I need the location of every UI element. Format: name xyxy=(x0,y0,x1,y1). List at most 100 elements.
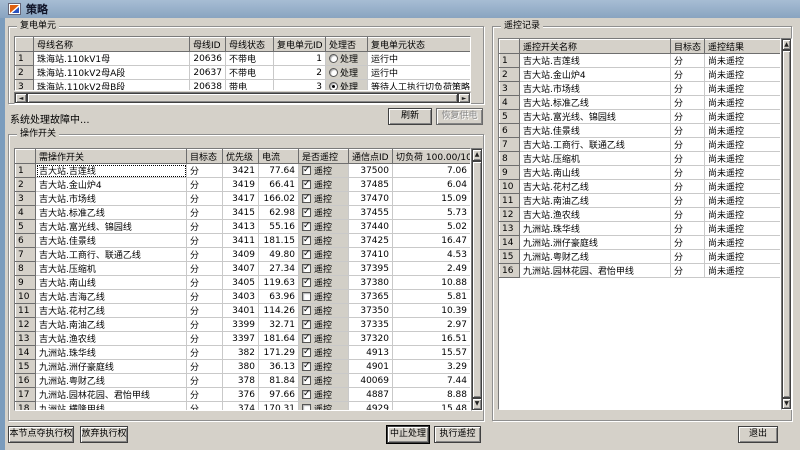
remote-control-cell[interactable]: 遥控 xyxy=(299,290,349,304)
row-index[interactable]: 12 xyxy=(500,208,520,222)
remote-checkbox[interactable] xyxy=(302,222,311,231)
operate-switch-row[interactable]: 13吉大站.渔农线分3397181.64遥控3732016.51 xyxy=(16,332,471,346)
row-index[interactable]: 3 xyxy=(16,192,36,206)
row-index[interactable]: 12 xyxy=(16,318,36,332)
row-index[interactable]: 1 xyxy=(16,52,34,66)
operate-switch-row[interactable]: 4吉大站.标准乙线分341562.98遥控374555.73 xyxy=(16,206,471,220)
seize-execution-right-button[interactable]: 本节点夺执行权 xyxy=(8,426,74,443)
row-index[interactable]: 18 xyxy=(16,402,36,412)
remote-control-cell[interactable]: 遥控 xyxy=(299,374,349,388)
row-index[interactable]: 2 xyxy=(16,178,36,192)
remote-record-row[interactable]: 10吉大站.花村乙线分尚未遥控 xyxy=(500,180,782,194)
remote-record-row[interactable]: 12吉大站.渔农线分尚未遥控 xyxy=(500,208,782,222)
row-index[interactable]: 10 xyxy=(16,290,36,304)
row-index[interactable]: 9 xyxy=(16,276,36,290)
remote-control-cell[interactable]: 遥控 xyxy=(299,346,349,360)
remote-record-row[interactable]: 8吉大站.压缩机分尚未遥控 xyxy=(500,152,782,166)
process-radio[interactable] xyxy=(329,68,338,77)
operate-switch-row[interactable]: 16九洲站.粤财乙线分37881.84遥控400697.44 xyxy=(16,374,471,388)
row-index[interactable]: 15 xyxy=(16,360,36,374)
remote-checkbox[interactable] xyxy=(302,250,311,259)
vscroll-thumb[interactable] xyxy=(472,161,482,398)
operate-switch-row[interactable]: 18九洲站.横隆甲线分374170.31遥控492915.48 xyxy=(16,402,471,412)
remote-control-cell[interactable]: 遥控 xyxy=(299,276,349,290)
operate-switch-row[interactable]: 2吉大站.金山炉4分341966.41遥控374856.04 xyxy=(16,178,471,192)
row-index[interactable]: 5 xyxy=(500,110,520,124)
remote-control-cell[interactable]: 遥控 xyxy=(299,178,349,192)
process-radio[interactable] xyxy=(329,82,338,91)
scroll-left-icon[interactable]: ◄ xyxy=(15,93,27,103)
operate-switch-row[interactable]: 5吉大站.富光线、锦园线分341355.16遥控374405.02 xyxy=(16,220,471,234)
row-index[interactable]: 11 xyxy=(500,194,520,208)
remote-record-row[interactable]: 7吉大站.工商行、联通乙线分尚未遥控 xyxy=(500,138,782,152)
operate-switch-row[interactable]: 8吉大站.压缩机分340727.34遥控373952.49 xyxy=(16,262,471,276)
remote-checkbox[interactable] xyxy=(302,320,311,329)
process-radio[interactable] xyxy=(329,54,338,63)
remote-checkbox[interactable] xyxy=(302,306,311,315)
remote-control-cell[interactable]: 遥控 xyxy=(299,318,349,332)
remote-control-cell[interactable]: 遥控 xyxy=(299,388,349,402)
remote-record-row[interactable]: 9吉大站.南山线分尚未遥控 xyxy=(500,166,782,180)
remote-record-row[interactable]: 16九洲站.园林花园、君怡甲线分尚未遥控 xyxy=(500,264,782,278)
row-index[interactable]: 6 xyxy=(500,124,520,138)
operate-switch-row[interactable]: 6吉大站.佳景线分3411181.15遥控3742516.47 xyxy=(16,234,471,248)
title-bar[interactable]: 策略 xyxy=(0,0,800,18)
remote-control-cell[interactable]: 遥控 xyxy=(299,402,349,412)
row-index[interactable]: 8 xyxy=(500,152,520,166)
row-index[interactable]: 16 xyxy=(500,264,520,278)
remote-checkbox[interactable] xyxy=(302,194,311,203)
remote-checkbox[interactable] xyxy=(302,166,311,175)
exit-button[interactable]: 退出 xyxy=(738,426,778,443)
scroll-up-icon[interactable]: ▲ xyxy=(782,39,791,50)
row-index[interactable]: 11 xyxy=(16,304,36,318)
row-index[interactable]: 2 xyxy=(500,68,520,82)
abandon-execution-right-button[interactable]: 放弃执行权 xyxy=(80,426,128,443)
operate-switch-row[interactable]: 12吉大站.南油乙线分339932.71遥控373352.97 xyxy=(16,318,471,332)
row-index[interactable]: 14 xyxy=(16,346,36,360)
remote-checkbox[interactable] xyxy=(302,236,311,245)
remote-record-row[interactable]: 6吉大站.佳景线分尚未遥控 xyxy=(500,124,782,138)
remote-record-row[interactable]: 13九洲站.珠华线分尚未遥控 xyxy=(500,222,782,236)
operate-switch-row[interactable]: 7吉大站.工商行、联通乙线分340949.80遥控374104.53 xyxy=(16,248,471,262)
remote-table-vscrollbar[interactable]: ▲ ▼ xyxy=(781,38,792,410)
scroll-down-icon[interactable]: ▼ xyxy=(472,398,482,410)
row-index[interactable]: 6 xyxy=(16,234,36,248)
row-index[interactable]: 5 xyxy=(16,220,36,234)
operate-switch-row[interactable]: 10吉大站.吉海乙线分340363.96遥控373655.81 xyxy=(16,290,471,304)
operate-switch-row[interactable]: 11吉大站.花村乙线分3401114.26遥控3735010.39 xyxy=(16,304,471,318)
row-index[interactable]: 1 xyxy=(500,54,520,68)
remote-control-cell[interactable]: 遥控 xyxy=(299,234,349,248)
bus-table-hscrollbar[interactable]: ◄ ► xyxy=(14,92,471,104)
remote-checkbox[interactable] xyxy=(302,278,311,287)
remote-checkbox[interactable] xyxy=(302,390,311,399)
remote-checkbox[interactable] xyxy=(302,180,311,189)
row-index[interactable]: 8 xyxy=(16,262,36,276)
remote-record-row[interactable]: 14九洲站.洲仔豪庭线分尚未遥控 xyxy=(500,236,782,250)
operate-switch-row[interactable]: 15九洲站.洲仔豪庭线分38036.13遥控49013.29 xyxy=(16,360,471,374)
scroll-right-icon[interactable]: ► xyxy=(458,93,470,103)
row-index[interactable]: 1 xyxy=(16,164,36,178)
row-index[interactable]: 13 xyxy=(16,332,36,346)
row-index[interactable]: 9 xyxy=(500,166,520,180)
scroll-down-icon[interactable]: ▼ xyxy=(782,398,791,409)
operate-table-vscrollbar[interactable]: ▲ ▼ xyxy=(471,148,483,411)
row-index[interactable]: 4 xyxy=(16,206,36,220)
row-index[interactable]: 15 xyxy=(500,250,520,264)
remote-checkbox[interactable] xyxy=(302,376,311,385)
remote-control-cell[interactable]: 遥控 xyxy=(299,304,349,318)
remote-control-cell[interactable]: 遥控 xyxy=(299,192,349,206)
operate-switch-row[interactable]: 9吉大站.南山线分3405119.63遥控3738010.88 xyxy=(16,276,471,290)
process-cell[interactable]: 处理 xyxy=(326,52,368,66)
row-index[interactable]: 16 xyxy=(16,374,36,388)
operate-switch-row[interactable]: 1吉大站.吉莲线分342177.64遥控375007.06 xyxy=(16,164,471,178)
bus-table-row[interactable]: 2珠海站.110kV2母A段20637不带电2处理运行中 xyxy=(16,66,471,80)
remote-record-row[interactable]: 3吉大站.市场线分尚未遥控 xyxy=(500,82,782,96)
bus-table-row[interactable]: 1珠海站.110kV1母20636不带电1处理运行中 xyxy=(16,52,471,66)
remote-checkbox[interactable] xyxy=(302,348,311,357)
remote-record-row[interactable]: 1吉大站.吉莲线分尚未遥控 xyxy=(500,54,782,68)
remote-control-cell[interactable]: 遥控 xyxy=(299,332,349,346)
row-index[interactable]: 10 xyxy=(500,180,520,194)
remote-control-cell[interactable]: 遥控 xyxy=(299,360,349,374)
operate-switch-row[interactable]: 3吉大站.市场线分3417166.02遥控3747015.09 xyxy=(16,192,471,206)
remote-checkbox[interactable] xyxy=(302,362,311,371)
